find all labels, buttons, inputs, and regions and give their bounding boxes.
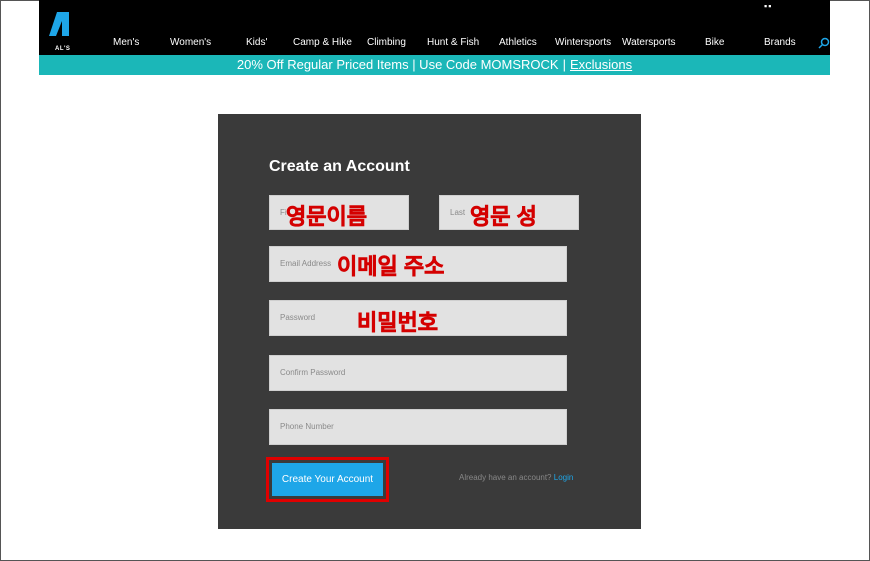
- nav-item-hunt-fish[interactable]: Hunt & Fish: [427, 37, 479, 48]
- nav-item-wintersports[interactable]: Wintersports: [555, 37, 611, 48]
- form-title: Create an Account: [269, 158, 410, 175]
- exclusions-link[interactable]: Exclusions: [570, 57, 632, 72]
- last-name-placeholder: Last: [450, 208, 466, 217]
- confirm-password-field[interactable]: Confirm Password: [269, 355, 567, 391]
- annotation-first-name: 영문이름: [286, 204, 368, 230]
- promo-separator: |: [562, 57, 566, 72]
- top-navigation-bar: AL'S Men's Women's Kids' Camp & Hike Cli…: [39, 0, 830, 55]
- nav-item-watersports[interactable]: Watersports: [622, 37, 676, 48]
- email-placeholder: Email Address: [280, 259, 332, 268]
- annotation-password: 비밀번호: [357, 310, 439, 336]
- phone-number-field[interactable]: Phone Number: [269, 409, 567, 445]
- nav-item-athletics[interactable]: Athletics: [499, 37, 537, 48]
- password-placeholder: Password: [280, 313, 316, 322]
- promo-banner: 20% Off Regular Priced Items | Use Code …: [39, 55, 830, 75]
- login-prompt-text: Already have an account?: [459, 473, 552, 482]
- nav-item-mens[interactable]: Men's: [113, 37, 139, 48]
- account-dots[interactable]: ▪▪: [764, 2, 772, 11]
- nav-item-climbing[interactable]: Climbing: [367, 37, 406, 48]
- search-icon[interactable]: [818, 37, 830, 49]
- login-link[interactable]: Login: [554, 473, 574, 482]
- create-account-button[interactable]: Create Your Account: [272, 463, 383, 496]
- logo-text: AL'S: [55, 46, 71, 52]
- annotation-email: 이메일 주소: [337, 254, 445, 280]
- phone-number-placeholder: Phone Number: [280, 422, 334, 431]
- nav-item-kids[interactable]: Kids': [246, 37, 267, 48]
- nav-item-womens[interactable]: Women's: [170, 37, 211, 48]
- nav-item-brands[interactable]: Brands: [764, 37, 796, 48]
- nav-item-camp-hike[interactable]: Camp & Hike: [293, 37, 352, 48]
- logo-icon: [49, 12, 69, 36]
- nav-item-bike[interactable]: Bike: [705, 37, 724, 48]
- annotation-last-name: 영문 성: [470, 204, 537, 230]
- login-prompt: Already have an account? Login: [459, 473, 573, 482]
- highlight-box: Create Your Account: [266, 457, 389, 502]
- site-logo[interactable]: AL'S: [45, 12, 81, 52]
- confirm-password-placeholder: Confirm Password: [280, 368, 346, 377]
- promo-text: 20% Off Regular Priced Items | Use Code …: [236, 57, 559, 72]
